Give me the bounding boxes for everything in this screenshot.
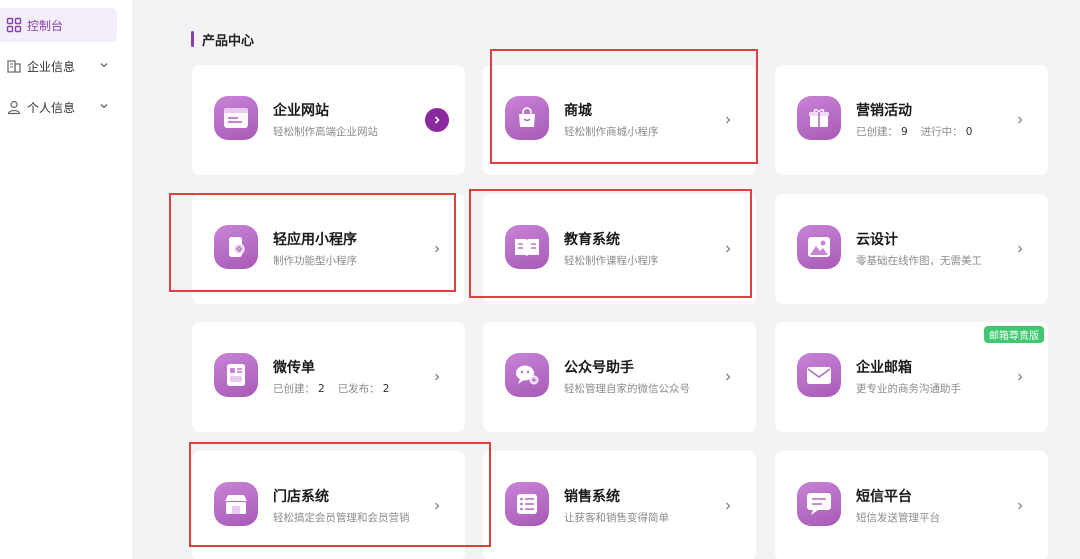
chevron-right-icon[interactable] xyxy=(716,108,740,132)
sms-icon xyxy=(797,482,841,526)
premium-edition-badge: 邮箱尊贵版 xyxy=(984,326,1044,343)
section-accent-bar xyxy=(191,31,194,47)
chevron-right-icon[interactable] xyxy=(1008,237,1032,261)
mini-app-icon xyxy=(214,225,258,269)
card-title: 公众号助手 xyxy=(564,360,634,376)
chevron-right-icon[interactable] xyxy=(716,365,740,389)
card-desc: 轻松搞定会员管理和会员营销 xyxy=(273,512,410,524)
card-desc: 轻松管理自家的微信公众号 xyxy=(564,383,690,395)
card-desc: 轻松制作高端企业网站 xyxy=(273,126,378,138)
product-card-light-app[interactable]: 轻应用小程序 制作功能型小程序 xyxy=(192,194,465,304)
published-label: 已发布： xyxy=(337,383,380,395)
running-label: 进行中： xyxy=(920,126,963,138)
sidebar-item-label: 企业信息 xyxy=(27,59,76,74)
card-title: 短信平台 xyxy=(856,489,912,505)
book-icon xyxy=(505,225,549,269)
card-title: 轻应用小程序 xyxy=(273,232,357,248)
card-title: 销售系统 xyxy=(564,489,620,505)
building-icon xyxy=(6,58,22,74)
sidebar-item-dashboard[interactable]: 控制台 xyxy=(0,8,117,42)
product-card-enterprise-mail[interactable]: 邮箱尊贵版 企业邮箱 更专业的商务沟通助手 xyxy=(775,322,1048,432)
chevron-right-icon[interactable] xyxy=(1008,108,1032,132)
chevron-right-icon[interactable] xyxy=(425,108,449,132)
sidebar-item-personal-info[interactable]: 个人信息 xyxy=(0,90,117,124)
chevron-right-icon[interactable] xyxy=(1008,365,1032,389)
card-desc: 短信发送管理平台 xyxy=(856,512,940,524)
website-icon xyxy=(214,96,258,140)
card-title: 企业网站 xyxy=(273,103,329,119)
card-desc: 轻松制作课程小程序 xyxy=(564,255,659,267)
gift-icon xyxy=(797,96,841,140)
image-icon xyxy=(797,225,841,269)
dashboard-grid-icon xyxy=(6,17,22,33)
product-card-cloud-design[interactable]: 云设计 零基础在线作图，无需美工 xyxy=(775,194,1048,304)
sidebar-item-company-info[interactable]: 企业信息 xyxy=(0,49,117,83)
card-title: 微传单 xyxy=(273,360,315,376)
card-title: 企业邮箱 xyxy=(856,360,912,376)
section-title-text: 产品中心 xyxy=(202,33,255,49)
card-title: 商城 xyxy=(564,103,592,119)
running-count: 0 xyxy=(965,126,973,138)
created-label: 已创建： xyxy=(273,383,315,395)
card-title: 门店系统 xyxy=(273,489,329,505)
created-label: 已创建： xyxy=(856,126,898,138)
chevron-right-icon[interactable] xyxy=(425,494,449,518)
created-count: 9 xyxy=(901,126,908,138)
card-title: 营销活动 xyxy=(856,103,912,119)
card-desc: 更专业的商务沟通助手 xyxy=(856,383,961,395)
product-card-sales-system[interactable]: 销售系统 让获客和销售变得简单 xyxy=(483,451,756,559)
product-card-sms-platform[interactable]: 短信平台 短信发送管理平台 xyxy=(775,451,1048,559)
card-title: 教育系统 xyxy=(564,232,620,248)
product-card-flyer[interactable]: 微传单 已创建： 2 已发布： 2 xyxy=(192,322,465,432)
shopping-bag-icon xyxy=(505,96,549,140)
card-title: 云设计 xyxy=(856,232,898,248)
product-card-store-system[interactable]: 门店系统 轻松搞定会员管理和会员营销 xyxy=(192,451,465,559)
store-icon xyxy=(214,482,258,526)
chevron-right-icon[interactable] xyxy=(1008,494,1032,518)
card-desc: 轻松制作商城小程序 xyxy=(564,126,659,138)
product-card-marketing[interactable]: 营销活动 已创建： 9 进行中： 0 xyxy=(775,65,1048,175)
card-desc: 制作功能型小程序 xyxy=(273,255,357,267)
chevron-down-icon xyxy=(100,63,108,68)
product-card-official-account[interactable]: 公众号助手 轻松管理自家的微信公众号 xyxy=(483,322,756,432)
published-count: 2 xyxy=(382,383,390,395)
section-title: 产品中心 xyxy=(191,30,255,49)
chevron-right-icon[interactable] xyxy=(425,237,449,261)
chevron-down-icon xyxy=(100,104,108,109)
product-card-mall[interactable]: 商城 轻松制作商城小程序 xyxy=(483,65,756,175)
product-card-enterprise-website[interactable]: 企业网站 轻松制作高端企业网站 xyxy=(192,65,465,175)
created-count: 2 xyxy=(318,383,325,395)
chevron-right-icon[interactable] xyxy=(425,365,449,389)
sidebar-item-label: 个人信息 xyxy=(27,100,76,115)
flyer-icon xyxy=(214,353,258,397)
card-desc: 已创建： 9 进行中： 0 xyxy=(856,124,975,139)
sidebar: 控制台 企业信息 个人信息 xyxy=(0,0,132,559)
sales-list-icon xyxy=(505,482,549,526)
mail-icon xyxy=(797,353,841,397)
card-desc: 让获客和销售变得简单 xyxy=(564,512,669,524)
sidebar-item-label: 控制台 xyxy=(27,18,64,33)
wechat-icon xyxy=(505,353,549,397)
chevron-right-icon[interactable] xyxy=(716,237,740,261)
chevron-right-icon[interactable] xyxy=(716,494,740,518)
card-desc: 已创建： 2 已发布： 2 xyxy=(273,381,392,396)
card-desc: 零基础在线作图，无需美工 xyxy=(856,255,982,267)
product-card-education[interactable]: 教育系统 轻松制作课程小程序 xyxy=(483,194,756,304)
user-icon xyxy=(6,99,22,115)
